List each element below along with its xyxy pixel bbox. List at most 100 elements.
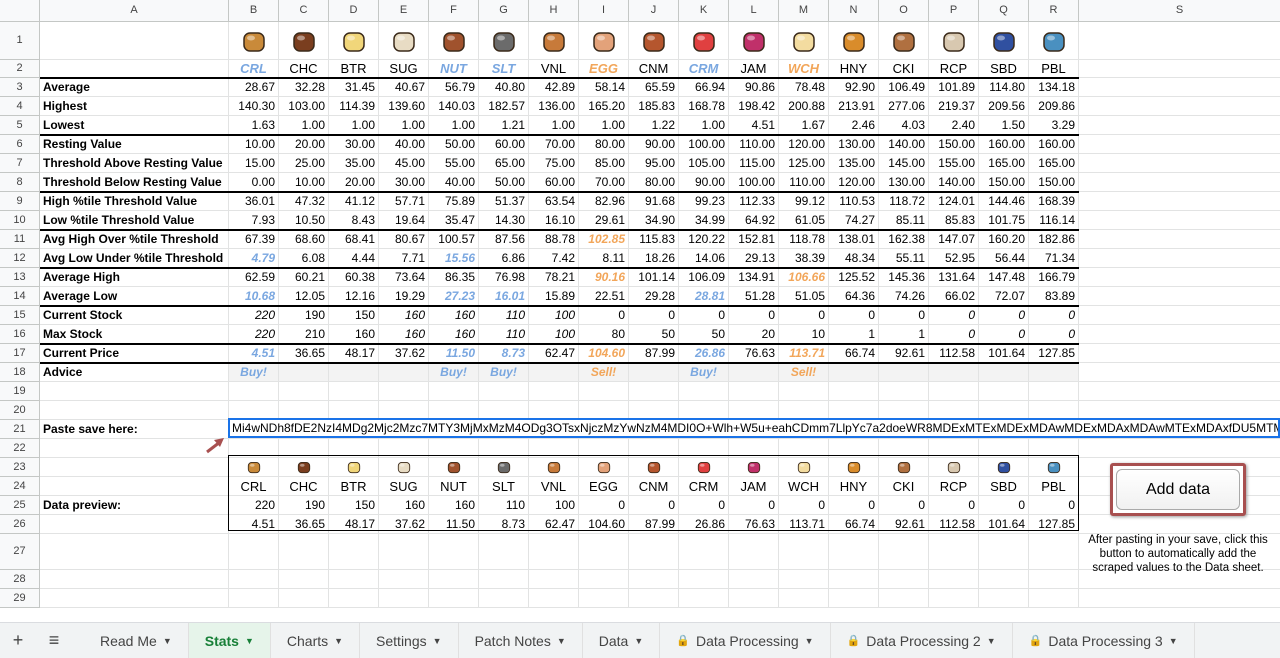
grid-cell[interactable] [1029,534,1079,570]
grid-cell[interactable] [479,570,529,589]
grid-cell[interactable] [1029,570,1079,589]
column-header-o[interactable]: O [879,0,929,22]
grid-cell[interactable] [40,515,229,534]
stat-value[interactable]: 127.85 [1029,344,1079,363]
grid-cell[interactable] [329,589,379,608]
preview-abbr[interactable]: CKI [879,477,929,496]
grid-cell[interactable] [829,382,879,401]
add-data-button[interactable]: Add data [1110,463,1246,516]
stat-value[interactable]: 112.33 [729,192,779,211]
grid-cell[interactable] [1079,173,1280,192]
good-abbr[interactable]: SLT [479,60,529,78]
stat-value[interactable]: 3.29 [1029,116,1079,135]
grid-cell[interactable] [279,570,329,589]
stat-value[interactable]: 200.88 [779,97,829,116]
stat-value[interactable]: 100.57 [429,230,479,249]
stat-value[interactable]: 0.00 [229,173,279,192]
stat-value[interactable]: 0 [829,306,879,325]
preview-price[interactable]: 113.71 [779,515,829,534]
preview-abbr[interactable]: JAM [729,477,779,496]
good-icon-cell[interactable] [829,22,879,60]
row-header-23[interactable]: 23 [0,458,40,477]
preview-icon-cell[interactable] [579,458,629,477]
stat-value[interactable]: 41.12 [329,192,379,211]
stat-value[interactable]: 1.21 [479,116,529,135]
preview-stock[interactable]: 0 [829,496,879,515]
stat-value[interactable]: 66.74 [829,344,879,363]
grid-cell[interactable] [329,439,379,458]
stat-value[interactable]: 62.47 [529,344,579,363]
grid-cell[interactable] [779,382,829,401]
grid-cell[interactable] [629,589,679,608]
grid-cell[interactable] [479,439,529,458]
column-header-a[interactable]: A [40,0,229,22]
stat-value[interactable]: 29.61 [579,211,629,230]
stat-value[interactable]: 1.67 [779,116,829,135]
preview-abbr[interactable]: CNM [629,477,679,496]
preview-stock[interactable]: 160 [429,496,479,515]
stat-value[interactable]: 0 [579,306,629,325]
stat-label[interactable]: Lowest [40,116,229,135]
chevron-down-icon[interactable]: ▼ [557,636,566,646]
stat-value[interactable]: 48.34 [829,249,879,268]
stat-value[interactable]: 50.00 [429,135,479,154]
stat-value[interactable]: 90.86 [729,78,779,97]
stat-value[interactable]: 219.37 [929,97,979,116]
preview-icon-cell[interactable] [979,458,1029,477]
stat-value[interactable]: 22.51 [579,287,629,306]
grid-cell[interactable] [979,439,1029,458]
preview-icon-cell[interactable] [279,458,329,477]
preview-label[interactable]: Data preview: [40,496,229,515]
stat-value[interactable]: 8.73 [479,344,529,363]
grid-cell[interactable] [1079,154,1280,173]
stat-value[interactable]: 15.56 [429,249,479,268]
column-header-r[interactable]: R [1029,0,1079,22]
preview-abbr[interactable]: NUT [429,477,479,496]
good-icon-cell[interactable] [729,22,779,60]
stat-value[interactable]: 35.47 [429,211,479,230]
advice-value[interactable] [729,363,779,382]
stat-value[interactable]: 92.61 [879,344,929,363]
grid-cell[interactable] [929,439,979,458]
grid-cell[interactable] [1079,97,1280,116]
column-header-i[interactable]: I [579,0,629,22]
stat-value[interactable]: 63.54 [529,192,579,211]
good-abbr[interactable]: CRL [229,60,279,78]
grid-cell[interactable] [579,570,629,589]
grid-cell[interactable] [479,382,529,401]
preview-icon-cell[interactable] [629,458,679,477]
stat-label[interactable]: Highest [40,97,229,116]
preview-price[interactable]: 112.58 [929,515,979,534]
grid-cell[interactable] [879,382,929,401]
grid-cell[interactable] [679,589,729,608]
grid-cell[interactable] [1079,230,1280,249]
preview-stock[interactable]: 0 [629,496,679,515]
stat-value[interactable]: 162.38 [879,230,929,249]
stat-value[interactable]: 160.00 [979,135,1029,154]
good-icon-cell[interactable] [879,22,929,60]
stat-label[interactable]: High %tile Threshold Value [40,192,229,211]
stat-value[interactable]: 0 [729,306,779,325]
grid-cell[interactable] [229,570,279,589]
stat-value[interactable]: 56.79 [429,78,479,97]
good-abbr[interactable]: VNL [529,60,579,78]
stat-value[interactable]: 110.00 [779,173,829,192]
stat-value[interactable]: 15.00 [229,154,279,173]
stat-value[interactable]: 220 [229,325,279,344]
stat-value[interactable]: 190 [279,306,329,325]
stat-value[interactable]: 70.00 [579,173,629,192]
preview-abbr[interactable]: HNY [829,477,879,496]
stat-value[interactable]: 125.00 [779,154,829,173]
row-header-15[interactable]: 15 [0,306,40,325]
stat-value[interactable]: 91.68 [629,192,679,211]
preview-price[interactable]: 4.51 [229,515,279,534]
stat-value[interactable]: 66.02 [929,287,979,306]
paste-label[interactable]: Paste save here: [40,420,229,439]
stat-value[interactable]: 99.23 [679,192,729,211]
all-sheets-icon[interactable]: ≡ [36,623,72,658]
grid-cell[interactable] [579,589,629,608]
chevron-down-icon[interactable]: ▼ [433,636,442,646]
paste-save-input[interactable]: Mi4wNDh8fDE2NzI4MDg2Mjc2Mzc7MTY3MjMxMzM4… [228,418,1280,438]
preview-abbr[interactable]: PBL [1029,477,1079,496]
preview-stock[interactable]: 150 [329,496,379,515]
